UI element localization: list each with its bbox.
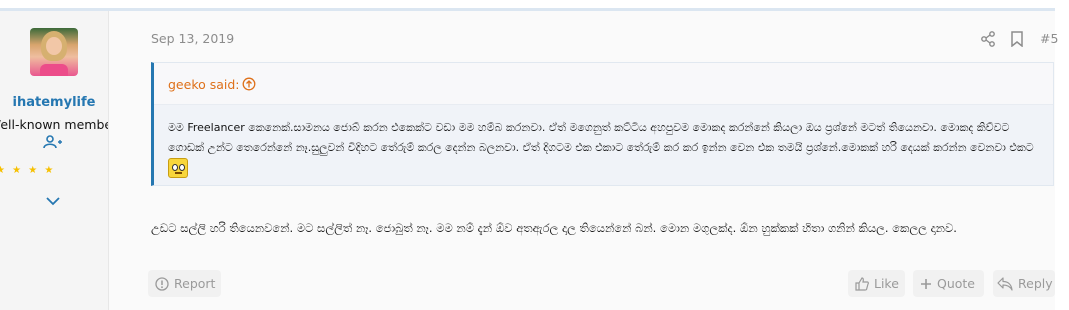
staff-icon: [43, 135, 62, 149]
chevron-down-icon[interactable]: [45, 195, 61, 207]
post-number-link[interactable]: #5: [1040, 31, 1058, 46]
like-label: Like: [874, 276, 899, 291]
like-button[interactable]: Like: [848, 270, 905, 297]
avatar[interactable]: [30, 28, 78, 76]
quote-author-link[interactable]: geeko said:: [168, 77, 240, 92]
quote-header: geeko said:: [154, 63, 1053, 105]
emoji-icon: [168, 158, 188, 178]
post-date[interactable]: Sep 13, 2019: [151, 31, 234, 46]
report-icon: [155, 276, 169, 291]
message-body: උඩට සල්ලි හරි තියෙනවනේ. මට සල්ලිත් නෑ. ජ…: [151, 221, 957, 235]
reply-button[interactable]: Reply: [993, 270, 1055, 297]
share-icon[interactable]: [980, 31, 996, 47]
username-link[interactable]: ihatemylife: [0, 95, 108, 110]
reply-icon: [997, 276, 1013, 291]
user-title: Well-known member: [0, 117, 108, 132]
quote-button[interactable]: Quote: [913, 270, 984, 297]
message-user-cell: ihatemylife Well-known member ★ ★ ★ ★: [0, 11, 109, 310]
arrow-up-circle-icon[interactable]: [242, 77, 256, 91]
like-icon: [855, 276, 869, 291]
quote-text: මම Freelancer කෙනෙක්.සාමනය ජොබ් කරන එකෙක…: [168, 121, 1034, 154]
quote-label: Quote: [937, 276, 976, 291]
bookmark-icon[interactable]: [1010, 31, 1024, 47]
report-label: Report: [174, 276, 216, 291]
user-rating-stars: ★ ★ ★ ★: [0, 165, 56, 176]
quote-block: geeko said: මම Freelancer කෙනෙක්.සාමනය ජ…: [151, 62, 1054, 186]
quote-content: මම Freelancer කෙනෙක්.සාමනය ජොබ් කරන එකෙක…: [168, 118, 1038, 178]
report-button[interactable]: Report: [148, 270, 221, 297]
reply-label: Reply: [1018, 276, 1053, 291]
plus-icon: [921, 278, 931, 289]
